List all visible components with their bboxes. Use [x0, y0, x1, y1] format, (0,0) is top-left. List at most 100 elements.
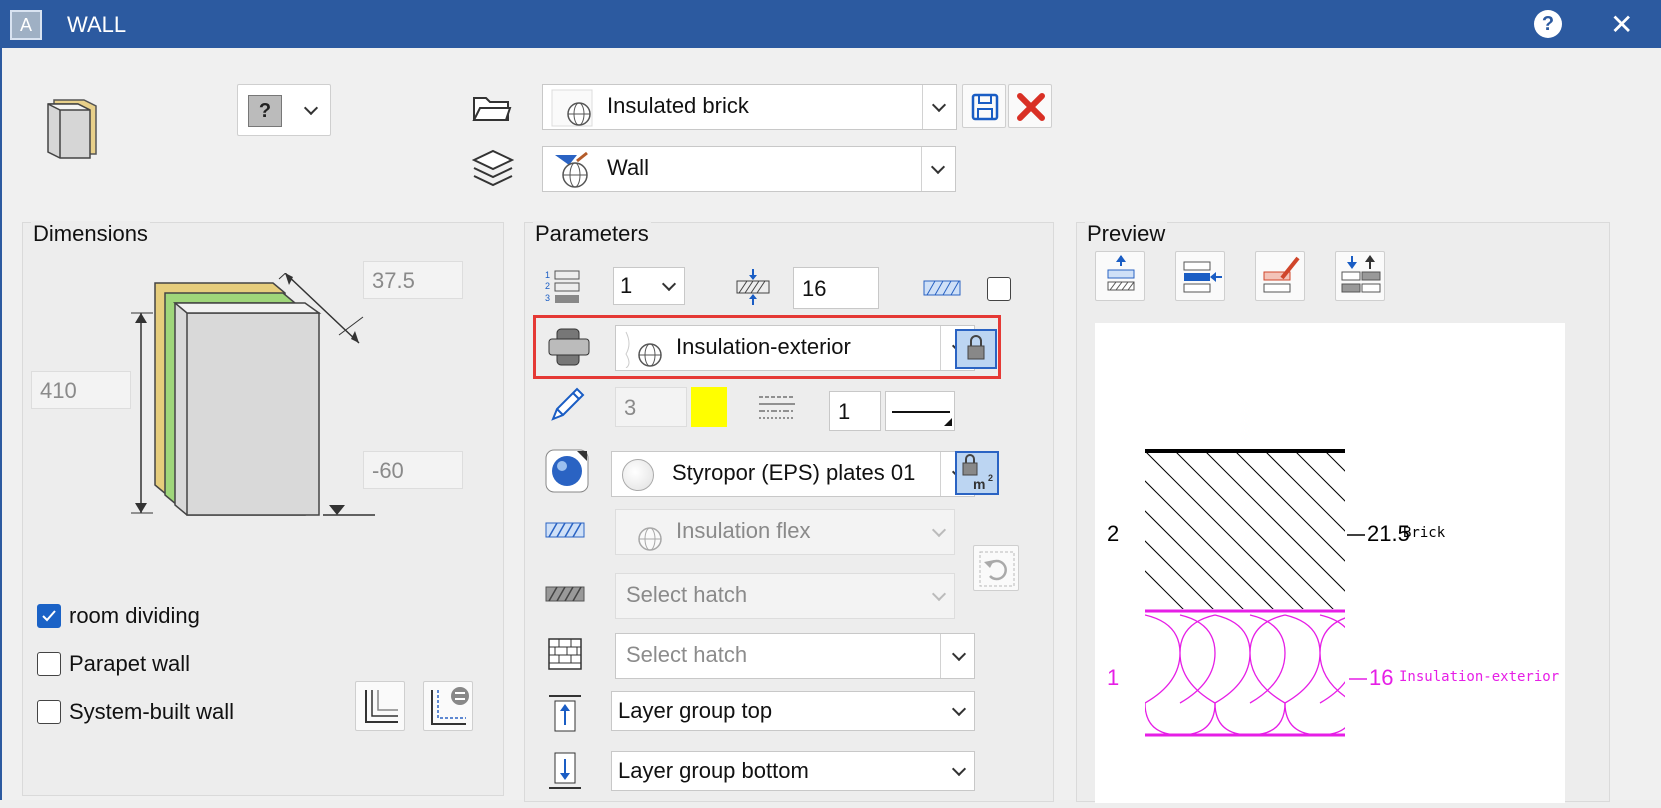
- move-layer-up-button[interactable]: [1095, 251, 1145, 301]
- material-icon: [547, 327, 591, 367]
- linetype-icon: [757, 393, 797, 423]
- material-globe-icon: [622, 330, 664, 369]
- svg-text:1: 1: [545, 270, 550, 280]
- corner-join-button[interactable]: [355, 681, 405, 731]
- layer-settings-icon: [431, 687, 469, 725]
- insert-layer-button[interactable]: [1175, 251, 1225, 301]
- wall-type-icon: [40, 92, 104, 164]
- chevron-down-icon: [931, 522, 947, 538]
- layer-group-top-icon: [547, 693, 583, 733]
- pen-value-field[interactable]: 3: [615, 387, 687, 427]
- reset-button[interactable]: [973, 545, 1019, 591]
- title-bar: A WALL ? ✕: [0, 0, 1661, 48]
- corner-icon: [365, 690, 398, 723]
- surface-dropdown[interactable]: Styropor (EPS) plates 01: [611, 451, 975, 497]
- system-built-wall-option[interactable]: System-built wall: [37, 699, 234, 725]
- folder-icon[interactable]: [472, 92, 512, 122]
- wall-layer-preview: [1145, 449, 1367, 737]
- svg-text:2: 2: [988, 473, 993, 483]
- parapet-wall-option[interactable]: Parapet wall: [37, 651, 190, 677]
- hatch-value-2: Select hatch: [626, 582, 748, 607]
- swap-layers-icon: [1341, 255, 1381, 293]
- layer-option-checkbox[interactable]: [987, 277, 1011, 301]
- layer-group-bottom-icon: [547, 751, 583, 791]
- dialog-body: ? Insulated brick Wall Dimensions 37.5 4…: [0, 48, 1661, 803]
- chevron-down-icon: [661, 276, 677, 292]
- globe-hatch-icon: [551, 89, 593, 127]
- layers-icon: [471, 148, 515, 190]
- material-lock-button[interactable]: [955, 329, 997, 369]
- help-button[interactable]: ?: [1534, 10, 1562, 38]
- hatch-dropdown-1[interactable]: Insulation flex: [615, 509, 955, 555]
- layer-selector[interactable]: Wall: [542, 146, 956, 192]
- hatch-blue-icon: [545, 521, 585, 539]
- pen-color-swatch[interactable]: [691, 387, 727, 427]
- window-title: WALL: [67, 12, 127, 37]
- parameters-title: Parameters: [533, 221, 651, 247]
- preview-layer-2-name: Brick: [1403, 525, 1446, 541]
- layer-group-top-dropdown[interactable]: Layer group top: [611, 691, 975, 731]
- edit-layer-button[interactable]: [1255, 251, 1305, 301]
- save-button[interactable]: [962, 84, 1006, 128]
- preview-layer-1-name: Insulation-exterior: [1399, 669, 1560, 685]
- surface-preview-icon: [622, 459, 654, 491]
- parameters-panel: Parameters 123 1 16 Insulation-exterior: [524, 221, 1054, 802]
- hatch-value-3: Select hatch: [626, 642, 748, 667]
- chevron-down-icon: [303, 100, 319, 116]
- preview-layer-1-index: 1: [1107, 665, 1120, 690]
- preview-panel: Preview 2 21.5 Brick 1 16 Insulation-ext…: [1076, 221, 1610, 803]
- hatch-dropdown-2[interactable]: Select hatch: [615, 573, 955, 619]
- layer-number-dropdown[interactable]: 1: [613, 267, 685, 305]
- room-dividing-checkbox[interactable]: [37, 604, 61, 628]
- pen-icon: [547, 385, 587, 425]
- style-selector[interactable]: Insulated brick: [542, 84, 957, 130]
- surface-area-lock-button[interactable]: m2: [955, 451, 999, 495]
- wall-dimension-diagram: [113, 258, 393, 533]
- layer-selector-value: Wall: [607, 155, 649, 180]
- hatch-value-1: Insulation flex: [676, 518, 811, 543]
- delete-button[interactable]: [1008, 84, 1052, 128]
- layer-number-value: 1: [620, 273, 633, 298]
- brick-pattern-icon: [545, 635, 585, 673]
- lock-m2-icon: m2: [962, 454, 993, 492]
- chevron-down-icon: [951, 701, 967, 717]
- system-built-wall-checkbox[interactable]: [37, 700, 61, 724]
- preview-title: Preview: [1085, 221, 1168, 247]
- style-selector-value: Insulated brick: [607, 93, 749, 118]
- hatch-pattern-icon: [923, 275, 961, 301]
- svg-text:m: m: [973, 476, 985, 492]
- edit-layer-icon: [1263, 256, 1300, 293]
- chevron-down-icon: [931, 586, 947, 602]
- system-built-wall-label: System-built wall: [69, 699, 235, 724]
- close-button[interactable]: ✕: [1610, 8, 1633, 41]
- preview-canvas: 2 21.5 Brick 1 16 Insulation-exterior: [1095, 323, 1565, 803]
- svg-text:2: 2: [545, 281, 550, 291]
- thickness-field[interactable]: 16: [793, 267, 879, 309]
- room-dividing-label: room dividing: [69, 603, 200, 628]
- swap-layers-button[interactable]: [1335, 251, 1385, 301]
- material-value: Insulation-exterior: [676, 334, 851, 359]
- floppy-icon: [971, 93, 999, 121]
- hatch-dropdown-3[interactable]: Select hatch: [615, 633, 975, 679]
- reset-icon: [979, 551, 1015, 587]
- red-x-icon: [1017, 93, 1045, 121]
- app-icon: A: [10, 10, 42, 40]
- surface-sphere-icon: [545, 449, 589, 493]
- parapet-wall-checkbox[interactable]: [37, 652, 61, 676]
- material-dropdown[interactable]: Insulation-exterior: [615, 325, 975, 371]
- lock-icon: [967, 335, 985, 360]
- line-value-field[interactable]: 1: [829, 391, 881, 431]
- thickness-icon: [733, 267, 773, 307]
- parapet-wall-label: Parapet wall: [69, 651, 191, 676]
- wall-variant-dropdown[interactable]: ?: [237, 84, 331, 136]
- line-style-dropdown[interactable]: [885, 391, 955, 431]
- room-dividing-option[interactable]: room dividing: [37, 603, 200, 629]
- layer-settings-button[interactable]: [423, 681, 473, 731]
- preview-layer-2-index: 2: [1107, 521, 1120, 546]
- layer-group-bottom-dropdown[interactable]: Layer group bottom: [611, 751, 975, 791]
- preview-layer-1-thickness: 16: [1369, 665, 1394, 690]
- line-preview-icon: [892, 411, 952, 426]
- layer-up-icon: [1107, 255, 1135, 291]
- hatch-gray-icon: [545, 585, 585, 603]
- dimensions-title: Dimensions: [31, 221, 150, 247]
